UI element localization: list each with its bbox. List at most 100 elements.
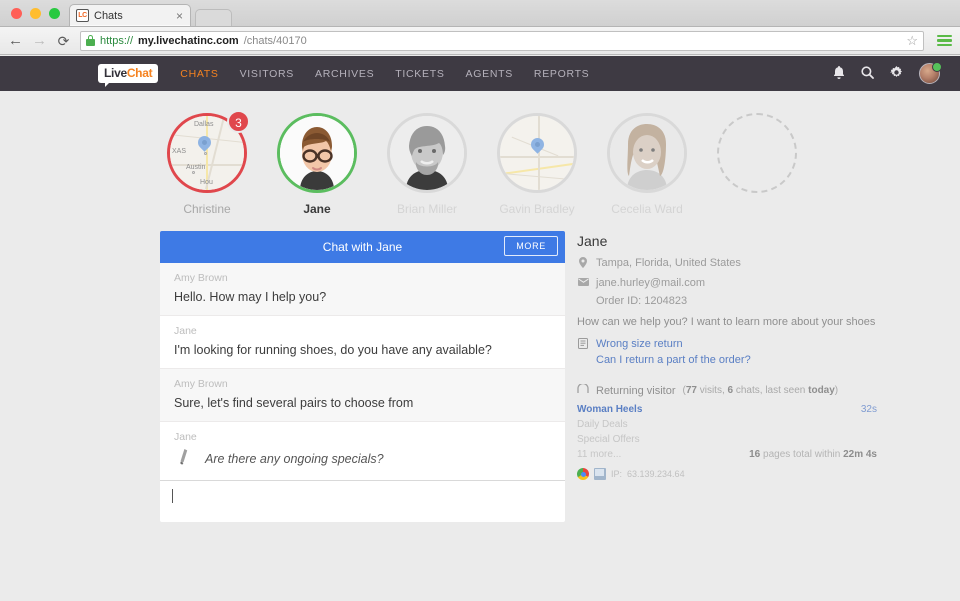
ticket-links: Wrong size return Can I return a part of…: [596, 338, 751, 370]
browser-menu-icon[interactable]: [935, 35, 952, 47]
message-author: Amy Brown: [174, 378, 551, 390]
pencil-icon: [178, 448, 191, 469]
window-controls: [0, 8, 69, 26]
map-thumbnail: [500, 116, 574, 190]
browser-toolbar: ← → ⟳ https:// my.livechatinc.com/chats/4…: [0, 27, 960, 55]
url-path: /chats/40170: [244, 35, 307, 47]
unread-badge: 3: [227, 110, 250, 133]
detail-prechat-question: How can we help you? I want to learn mor…: [577, 316, 877, 328]
visitor-name: Gavin Bradley: [497, 202, 577, 216]
message-composer[interactable]: [160, 480, 565, 522]
visitor-empty-slot[interactable]: [717, 113, 797, 216]
ticket-icon: [577, 338, 589, 352]
chat-message: Jane I'm looking for running shoes, do y…: [160, 316, 565, 369]
returning-visitor-label: Returning visitor: [596, 385, 675, 397]
returning-visitor-row: Returning visitor (77 visits, 6 chats, l…: [577, 384, 877, 397]
visitor-jane[interactable]: Jane: [277, 113, 357, 216]
total-duration: 22m 4s: [843, 449, 877, 460]
visitor-name: Brian Miller: [387, 202, 467, 216]
bookmark-star-icon[interactable]: ☆: [906, 33, 918, 49]
location-pin-icon: [577, 257, 589, 271]
reload-icon[interactable]: ⟳: [56, 34, 71, 48]
map-label-houston: Hou: [200, 179, 213, 186]
url-scheme: https://: [100, 35, 133, 47]
logo-live-text: Live: [104, 66, 127, 80]
close-icon[interactable]: ×: [176, 10, 184, 22]
detail-visitor-name: Jane: [577, 233, 877, 249]
nav-item-archives[interactable]: ARCHIVES: [315, 68, 374, 80]
close-window-button[interactable]: [11, 8, 22, 19]
ticket-title-link[interactable]: Wrong size return: [596, 338, 751, 350]
map-label-xas: XAS: [172, 148, 186, 155]
pages-total-text: 16 pages total within 22m 4s: [749, 449, 877, 460]
visitor-name: Christine: [167, 202, 247, 216]
visited-page-row[interactable]: Woman Heels 32s: [577, 404, 877, 415]
message-author: Jane: [174, 325, 551, 337]
detail-location-row: Tampa, Florida, United States: [577, 257, 877, 271]
detail-order-row: Order ID: 1204823: [577, 295, 877, 307]
map-label-dallas: Dallas: [194, 121, 213, 128]
message-text: I'm looking for running shoes, do you ha…: [174, 343, 551, 357]
chat-message: Amy Brown Sure, let's find several pairs…: [160, 369, 565, 422]
detail-email-text: jane.hurley@mail.com: [596, 277, 705, 289]
browser-tabstrip: LC Chats ×: [0, 0, 960, 27]
page-name: Daily Deals: [577, 419, 628, 430]
gear-icon[interactable]: [890, 66, 903, 81]
visited-page-row[interactable]: Special Offers: [577, 434, 877, 445]
pages-summary-row: 11 more... 16 pages total within 22m 4s: [577, 449, 877, 460]
returning-visitor-icon: [577, 384, 589, 397]
text-caret: [172, 489, 173, 503]
ticket-subtitle-link[interactable]: Can I return a part of the order?: [596, 354, 751, 366]
visitor-strip: Dallas XAS Austin Hou 3 Christine: [0, 91, 960, 216]
avatar: [610, 116, 684, 190]
visited-page-row[interactable]: Daily Deals: [577, 419, 877, 430]
more-pages-link[interactable]: 11 more...: [577, 449, 621, 460]
lock-icon: [86, 35, 95, 46]
visitor-details-panel: Jane Tampa, Florida, United States jane.…: [577, 231, 877, 522]
bell-icon[interactable]: [833, 66, 845, 81]
nav-item-reports[interactable]: REPORTS: [534, 68, 589, 80]
detail-email-row: jane.hurley@mail.com: [577, 277, 877, 289]
ip-value: 63.139.234.64: [627, 469, 685, 479]
visitor-christine[interactable]: Dallas XAS Austin Hou 3 Christine: [167, 113, 247, 216]
livechat-logo[interactable]: LiveChat: [98, 64, 158, 83]
chat-title: Chat with Jane: [323, 240, 402, 254]
address-bar[interactable]: https:// my.livechatinc.com/chats/40170 ☆: [80, 31, 924, 51]
visitor-name: Jane: [277, 202, 357, 216]
visitor-brian-miller[interactable]: Brian Miller: [387, 113, 467, 216]
search-icon[interactable]: [861, 66, 874, 81]
avatar: [390, 116, 464, 190]
message-text: Sure, let's find several pairs to choose…: [174, 396, 551, 410]
nav-item-visitors[interactable]: VISITORS: [240, 68, 294, 80]
empty-slot-circle: [717, 113, 797, 193]
nav-item-chats[interactable]: CHATS: [180, 68, 218, 80]
ip-label: IP:: [611, 469, 622, 479]
visitor-cecelia-ward[interactable]: Cecelia Ward: [607, 113, 687, 216]
more-button[interactable]: MORE: [504, 236, 558, 256]
new-tab-button[interactable]: [195, 9, 232, 26]
visitor-gavin-bradley[interactable]: Gavin Bradley: [497, 113, 577, 216]
map-label-austin: Austin: [186, 164, 205, 171]
livechat-app: LiveChat CHATS VISITORS ARCHIVES TICKETS…: [0, 56, 960, 601]
browser-tab[interactable]: LC Chats ×: [69, 4, 191, 26]
logo-chat-text: Chat: [127, 66, 152, 80]
chat-panel: Chat with Jane MORE Amy Brown Hello. How…: [160, 231, 565, 522]
maximize-window-button[interactable]: [49, 8, 60, 19]
message-text: Hello. How may I help you?: [174, 290, 551, 304]
nav-item-tickets[interactable]: TICKETS: [395, 68, 444, 80]
forward-icon[interactable]: →: [32, 33, 47, 48]
detail-location-text: Tampa, Florida, United States: [596, 257, 741, 269]
tab-title: Chats: [94, 10, 171, 22]
chat-header: Chat with Jane MORE: [160, 231, 565, 263]
chrome-browser-icon: [577, 468, 589, 480]
nav-item-agents[interactable]: AGENTS: [466, 68, 513, 80]
minimize-window-button[interactable]: [30, 8, 41, 19]
topnav-actions: [833, 63, 940, 84]
current-agent-avatar[interactable]: [919, 63, 940, 84]
last-seen: today: [808, 385, 835, 396]
page-time: 32s: [861, 404, 877, 415]
total-pages-count: 16: [749, 449, 760, 460]
back-icon[interactable]: ←: [8, 33, 23, 48]
chat-message: Amy Brown Hello. How may I help you?: [160, 263, 565, 316]
url-host: my.livechatinc.com: [138, 35, 239, 47]
